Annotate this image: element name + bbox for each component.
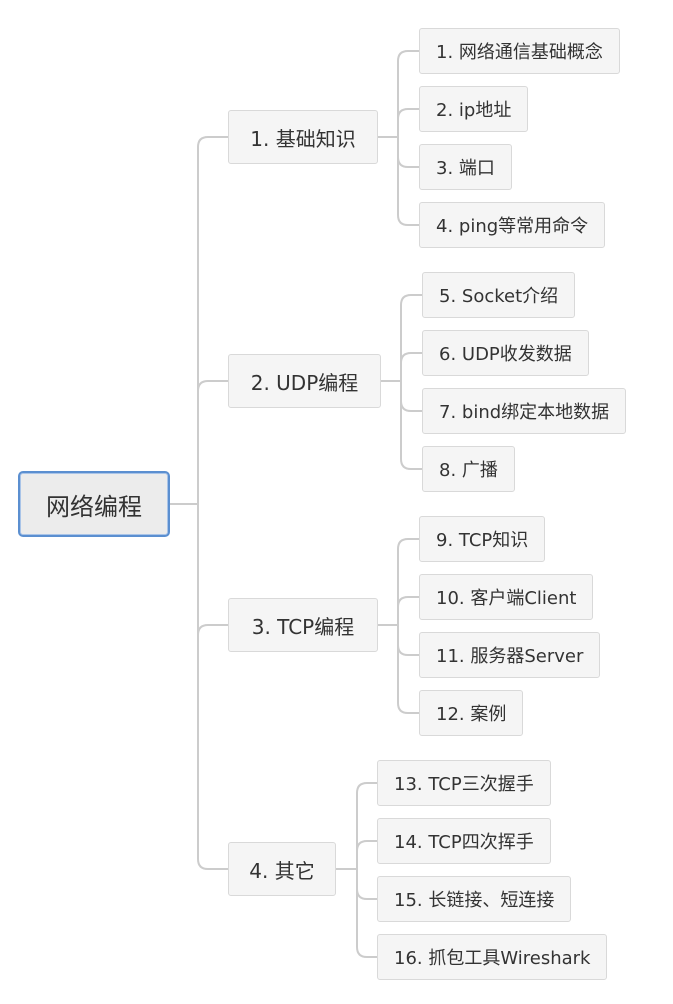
leaf-topic[interactable]: 12. 案例 <box>419 690 524 736</box>
root-to-branch-3 <box>197 504 228 636</box>
leaf-topic[interactable]: 13. TCP三次握手 <box>377 760 551 806</box>
leaf-topic[interactable]: 5. Socket介绍 <box>422 272 576 318</box>
leaf-topic[interactable]: 8. 广播 <box>422 446 515 492</box>
leaf-topic[interactable]: 6. UDP收发数据 <box>422 330 589 376</box>
root-to-branch-2 <box>197 380 228 504</box>
leaf-topic[interactable]: 3. 端口 <box>419 144 512 190</box>
leaf-topic[interactable]: 1. 网络通信基础概念 <box>419 28 620 74</box>
leaf-topic[interactable]: 11. 服务器Server <box>419 632 601 678</box>
leaf-topic[interactable]: 2. ip地址 <box>419 86 529 132</box>
branch-4-links <box>336 782 377 958</box>
leaf-topic[interactable]: 7. bind绑定本地数据 <box>422 388 627 434</box>
leaf-topic[interactable]: 15. 长链接、短连接 <box>377 876 572 922</box>
leaf-topic[interactable]: 10. 客户端Client <box>419 574 594 620</box>
branch-topic-tcp[interactable]: 3. TCP编程 <box>228 598 378 652</box>
branch-2-links <box>381 294 422 470</box>
branch-topic-udp[interactable]: 2. UDP编程 <box>228 354 381 408</box>
root-to-branch-4 <box>197 504 228 870</box>
leaf-topic[interactable]: 16. 抓包工具Wireshark <box>377 934 608 980</box>
branch-topic-basics[interactable]: 1. 基础知识 <box>228 110 378 164</box>
leaf-topic[interactable]: 4. ping等常用命令 <box>419 202 606 248</box>
branch-1-links <box>378 50 419 226</box>
root-topic[interactable]: 网络编程 <box>18 471 170 537</box>
branch-3-links <box>378 538 419 714</box>
branch-topic-other[interactable]: 4. 其它 <box>228 842 336 896</box>
leaf-topic[interactable]: 14. TCP四次挥手 <box>377 818 551 864</box>
leaf-topic[interactable]: 9. TCP知识 <box>419 516 546 562</box>
